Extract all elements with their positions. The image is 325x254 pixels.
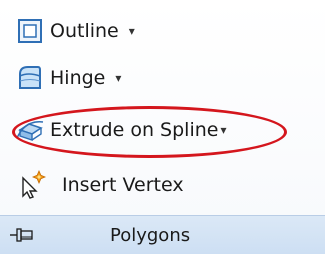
outline-square-icon (10, 11, 50, 51)
hinge-label: Hinge (50, 67, 106, 89)
insert-vertex-label: Insert Vertex (62, 174, 184, 196)
hinge-icon (10, 58, 50, 98)
ribbon-panel-polygons: Outline ▾ Hinge ▾ Extrude on Spline ▾ In… (0, 0, 325, 254)
outline-button[interactable]: Outline ▾ (10, 8, 135, 54)
hinge-dropdown-caret-icon[interactable]: ▾ (115, 71, 121, 85)
extrude-on-spline-button[interactable]: Extrude on Spline ▾ (10, 107, 227, 153)
panel-title: Polygons (110, 224, 191, 246)
panel-footer: Polygons (0, 215, 325, 254)
insert-vertex-button[interactable]: Insert Vertex (14, 162, 184, 208)
outline-label: Outline (50, 20, 119, 42)
extrude-on-spline-label: Extrude on Spline (50, 119, 219, 141)
outline-dropdown-caret-icon[interactable]: ▾ (129, 24, 135, 38)
extrude-spline-icon (10, 110, 50, 150)
pin-icon[interactable] (2, 216, 42, 254)
extrude-dropdown-caret-icon[interactable]: ▾ (220, 123, 226, 137)
hinge-button[interactable]: Hinge ▾ (10, 55, 121, 101)
insert-vertex-icon (14, 165, 54, 205)
